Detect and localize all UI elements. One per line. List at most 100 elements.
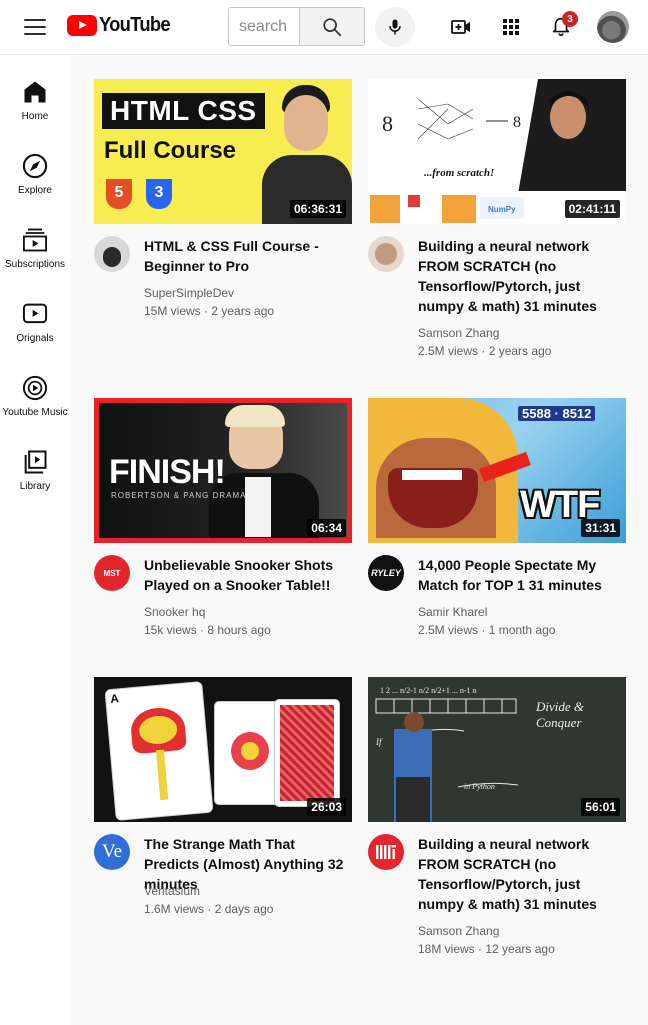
sidebar-item-label: Home bbox=[21, 111, 49, 122]
top-bar: YouTube 3 bbox=[0, 0, 648, 55]
video-thumbnail[interactable]: HTML CSS Full Course 5 3 06:36:31 bbox=[94, 79, 352, 224]
view-count: 15k views bbox=[144, 623, 197, 637]
search-input[interactable] bbox=[228, 7, 300, 46]
channel-avatar-text: Ve bbox=[101, 841, 123, 862]
sidebar-item-youtube-music[interactable]: Youtube Music bbox=[0, 369, 70, 435]
sidebar-item-label: Subscriptions bbox=[4, 259, 66, 270]
video-thumbnail[interactable]: FINISH! ROBERTSON & PANG DRAMA 06:34 bbox=[94, 398, 352, 543]
home-icon bbox=[24, 81, 46, 103]
channel-avatar[interactable]: MST bbox=[94, 555, 130, 591]
compass-icon bbox=[22, 153, 48, 179]
voice-search-button[interactable] bbox=[375, 7, 415, 47]
svg-text:1 2 ... n/2-1 n/2 n/2+1: 1 2 ... n/2-1 n/2 n/2+1 ... n-1 n bbox=[380, 686, 477, 695]
youtube-logo[interactable]: YouTube bbox=[67, 14, 176, 37]
sidebar: Home Explore Subscriptions Orignals Yout… bbox=[0, 55, 70, 1025]
upload-age: 8 hours ago bbox=[207, 623, 271, 637]
channel-name[interactable]: Snooker hq bbox=[144, 605, 205, 619]
sidebar-item-label: Youtube Music bbox=[2, 407, 68, 418]
video-metadata: 1.6M views · 2 days ago bbox=[144, 902, 274, 916]
video-metadata: 15M views · 2 years ago bbox=[144, 304, 275, 318]
view-count: 2.5M views bbox=[418, 623, 479, 637]
video-title[interactable]: Unbelievable Snooker Shots Played on a S… bbox=[144, 555, 354, 595]
svg-text:NumPy: NumPy bbox=[488, 205, 516, 214]
notifications-button[interactable]: 3 bbox=[546, 11, 578, 42]
apps-grid-icon bbox=[503, 19, 519, 35]
svg-text:in Python: in Python bbox=[464, 782, 495, 791]
library-icon bbox=[24, 450, 47, 474]
channel-name[interactable]: Samson Zhang bbox=[418, 924, 499, 938]
video-card[interactable]: A 26:03 Ve The Strange Math That Predict… bbox=[94, 677, 352, 916]
video-duration: 06:36:31 bbox=[289, 200, 346, 218]
channel-avatar[interactable] bbox=[368, 834, 404, 870]
video-card[interactable]: 5588 · 8512 WTF 31:31 RYLEY 14,000 Peopl… bbox=[368, 398, 626, 637]
video-title[interactable]: 14,000 People Spectate My Match for TOP … bbox=[418, 555, 628, 595]
view-count: 18M views bbox=[418, 942, 475, 956]
originals-icon bbox=[22, 303, 48, 324]
sidebar-item-home[interactable]: Home bbox=[0, 73, 70, 139]
svg-text:8: 8 bbox=[513, 114, 521, 131]
microphone-icon bbox=[389, 19, 401, 35]
apps-button[interactable] bbox=[496, 12, 526, 42]
video-duration: 26:03 bbox=[307, 798, 346, 816]
music-icon bbox=[22, 375, 48, 401]
create-video-icon bbox=[451, 20, 470, 34]
sidebar-item-subscriptions[interactable]: Subscriptions bbox=[0, 221, 70, 287]
upload-age: 2 years ago bbox=[211, 304, 275, 318]
video-metadata: 15k views · 8 hours ago bbox=[144, 623, 271, 637]
thumbnail-text: 5588 · 8512 bbox=[518, 406, 596, 421]
thumbnail-text: ROBERTSON & PANG DRAMA bbox=[111, 491, 247, 500]
channel-avatar[interactable] bbox=[94, 236, 130, 272]
channel-name[interactable]: Samir Kharel bbox=[418, 605, 487, 619]
view-count: 2.5M views bbox=[418, 344, 479, 358]
channel-name[interactable]: SuperSimpleDev bbox=[144, 286, 234, 300]
search-icon bbox=[323, 17, 342, 36]
video-title[interactable]: Building a neural network FROM SCRATCH (… bbox=[418, 834, 628, 914]
video-duration: 02:41:11 bbox=[564, 200, 620, 218]
video-title[interactable]: Building a neural network FROM SCRATCH (… bbox=[418, 236, 628, 316]
mit-logo-icon bbox=[376, 845, 396, 859]
notification-badge: 3 bbox=[562, 11, 578, 27]
video-duration: 31:31 bbox=[581, 519, 620, 537]
channel-name[interactable]: Veritasium bbox=[144, 884, 200, 898]
css3-icon: 3 bbox=[146, 179, 172, 209]
create-video-button[interactable] bbox=[446, 12, 476, 42]
sidebar-item-label: Explore bbox=[18, 185, 52, 196]
search-button[interactable] bbox=[299, 7, 365, 46]
sidebar-item-label: Orignals bbox=[16, 333, 54, 344]
svg-text:If: If bbox=[375, 737, 383, 747]
thumbnail-text: Full Course bbox=[104, 137, 237, 164]
menu-icon[interactable] bbox=[22, 16, 48, 38]
video-metadata: 2.5M views · 2 years ago bbox=[418, 344, 552, 358]
video-card[interactable]: 1 2 ... n/2-1 n/2 n/2+1 ... n-1 n If in … bbox=[368, 677, 626, 956]
video-thumbnail[interactable]: 5588 · 8512 WTF 31:31 bbox=[368, 398, 626, 543]
video-title[interactable]: HTML & CSS Full Course - Beginner to Pro bbox=[144, 236, 354, 276]
thumbnail-text: HTML CSS bbox=[102, 93, 265, 129]
thumbnail-text: Divide & Conquer bbox=[536, 699, 585, 730]
view-count: 15M views bbox=[144, 304, 201, 318]
account-avatar[interactable] bbox=[597, 11, 629, 43]
channel-avatar[interactable]: RYLEY bbox=[368, 555, 404, 591]
video-thumbnail[interactable]: 8 8 NumPy ...from scratch! 02:41:11 bbox=[368, 79, 626, 224]
video-card[interactable]: HTML CSS Full Course 5 3 06:36:31 HTML &… bbox=[94, 79, 352, 318]
video-card[interactable]: 8 8 NumPy ...from scratch! 02:41:11 Buil… bbox=[368, 79, 626, 358]
sidebar-item-explore[interactable]: Explore bbox=[0, 147, 70, 213]
upload-age: 1 month ago bbox=[488, 623, 556, 637]
video-grid: HTML CSS Full Course 5 3 06:36:31 HTML &… bbox=[70, 55, 648, 1025]
logo-text: YouTube bbox=[99, 14, 171, 36]
video-thumbnail[interactable]: 1 2 ... n/2-1 n/2 n/2+1 ... n-1 n If in … bbox=[368, 677, 626, 822]
channel-avatar[interactable] bbox=[368, 236, 404, 272]
video-card[interactable]: FINISH! ROBERTSON & PANG DRAMA 06:34 MST… bbox=[94, 398, 352, 637]
channel-avatar[interactable]: Ve bbox=[94, 834, 130, 870]
sidebar-item-originals[interactable]: Orignals bbox=[0, 295, 70, 361]
video-metadata: 2.5M views · 1 month ago bbox=[418, 623, 556, 637]
subscriptions-icon bbox=[22, 228, 48, 252]
video-metadata: 18M views · 12 years ago bbox=[418, 942, 555, 956]
video-thumbnail[interactable]: A 26:03 bbox=[94, 677, 352, 822]
channel-name[interactable]: Samson Zhang bbox=[418, 326, 499, 340]
svg-text:8: 8 bbox=[382, 111, 393, 136]
sidebar-item-library[interactable]: Library bbox=[0, 443, 70, 509]
view-count: 1.6M views bbox=[144, 902, 205, 916]
upload-age: 2 years ago bbox=[488, 344, 552, 358]
video-duration: 06:34 bbox=[307, 519, 346, 537]
upload-age: 12 years ago bbox=[485, 942, 555, 956]
